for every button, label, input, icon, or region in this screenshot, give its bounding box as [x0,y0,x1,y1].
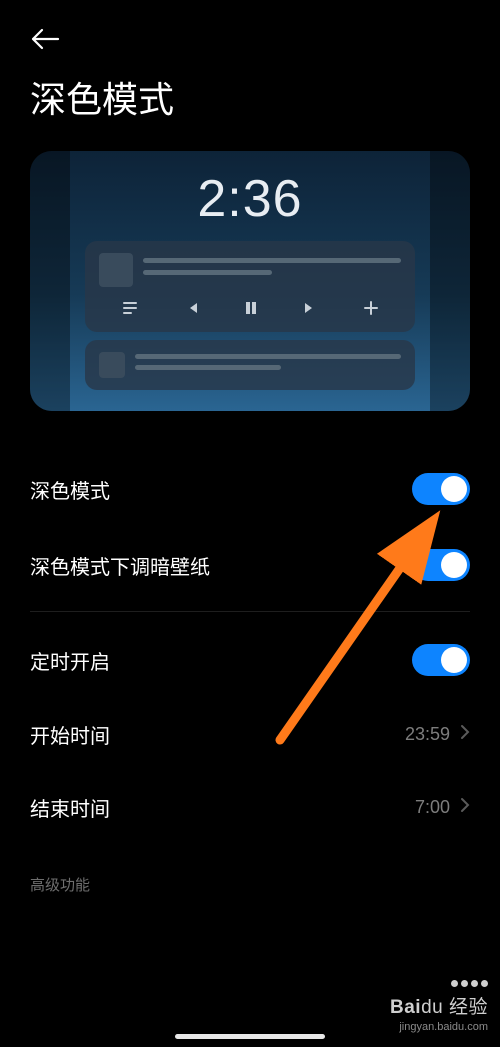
row-label: 深色模式 [30,475,110,504]
dim-wallpaper-toggle[interactable] [412,549,470,581]
start-time-row[interactable]: 开始时间 23:59 [30,698,470,771]
schedule-toggle[interactable] [412,644,470,676]
row-label: 开始时间 [30,720,110,749]
schedule-row[interactable]: 定时开启 [30,622,470,698]
arrow-left-icon [30,28,60,50]
row-label: 深色模式下调暗壁纸 [30,551,210,580]
watermark: Baidu 经验 jingyan.baidu.com [390,974,488,1033]
playlist-icon [122,301,138,320]
row-label: 定时开启 [30,646,110,675]
dark-mode-preview: 2:36 [30,151,470,411]
advanced-section-header: 高级功能 [0,844,500,905]
preview-clock: 2:36 [30,151,470,229]
paw-icon [451,980,488,987]
album-art-placeholder [99,253,133,287]
end-time-value: 7:00 [415,797,450,818]
start-time-value: 23:59 [405,724,450,745]
row-label: 结束时间 [30,793,110,822]
page-title: 深色模式 [0,63,500,151]
notification-icon-placeholder [99,352,125,378]
plus-icon [364,301,378,320]
dark-mode-toggle[interactable] [412,473,470,505]
preview-notification-card [85,340,415,390]
preview-media-card [85,241,415,332]
dark-mode-row[interactable]: 深色模式 [30,451,470,527]
pause-icon [245,301,257,320]
dim-wallpaper-row[interactable]: 深色模式下调暗壁纸 [30,527,470,612]
end-time-row[interactable]: 结束时间 7:00 [30,771,470,844]
chevron-right-icon [460,724,470,745]
back-button[interactable] [30,28,60,55]
home-indicator[interactable] [175,1034,325,1039]
chevron-right-icon [460,797,470,818]
watermark-brand: Baidu 经验 [390,992,488,1019]
next-track-icon [303,301,317,320]
previous-track-icon [185,301,199,320]
watermark-url: jingyan.baidu.com [390,1021,488,1033]
